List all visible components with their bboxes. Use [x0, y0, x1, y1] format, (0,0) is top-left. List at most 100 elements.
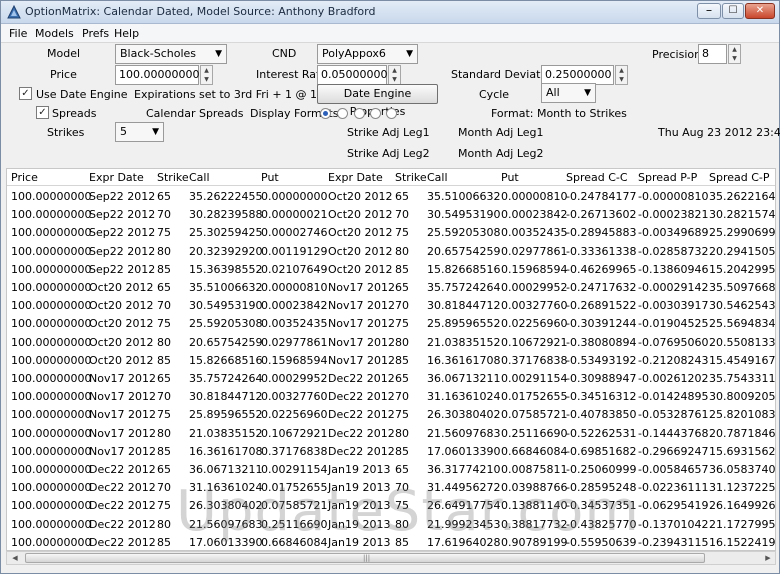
precision-spinbox[interactable]: 8 ▲ ▼	[698, 44, 741, 64]
table-cell: Nov17 2012	[328, 335, 395, 349]
close-button[interactable]: ✕	[745, 3, 775, 19]
table-cell: 0.00119129	[261, 244, 328, 258]
step-down-icon[interactable]: ▼	[729, 54, 740, 63]
precision-value: 8	[702, 47, 709, 60]
table-cell: 100.00000000	[11, 335, 92, 349]
precision-stepper[interactable]: ▲ ▼	[728, 44, 741, 64]
table-row[interactable]: 100.00000000 Nov17 2012 65 35.75724264 0.000…	[7, 369, 775, 387]
std-dev-stepper[interactable]: ▲ ▼	[615, 65, 628, 85]
column-header[interactable]: Call	[427, 171, 448, 184]
table-cell: 21.56097683	[427, 426, 501, 440]
step-up-icon[interactable]: ▲	[616, 66, 627, 75]
column-header[interactable]: Strike	[157, 171, 189, 184]
strikes-select[interactable]: 5 ▼	[115, 122, 164, 142]
chevron-down-icon: ▼	[584, 88, 591, 98]
table-row[interactable]: 100.00000000 Oct20 2012 75 25.59205308 0.003…	[7, 314, 775, 332]
table-cell: 0.00029952	[261, 372, 328, 385]
price-spinbox[interactable]: 100.00000000 ▲ ▼	[115, 65, 213, 85]
table-row[interactable]: 100.00000000 Oct20 2012 70 30.54953190 0.000…	[7, 296, 776, 314]
table-row[interactable]: 100.00000000 Sep22 2012 75 25.30259425 0.000…	[7, 223, 775, 241]
column-header[interactable]: Put	[501, 171, 519, 184]
format-radio-2[interactable]	[337, 108, 348, 119]
table-cell: -0.28945883	[566, 226, 637, 240]
table-cell: 80	[395, 244, 409, 258]
column-header[interactable]: Call	[189, 171, 210, 184]
cnd-select[interactable]: PolyAppox6 ▼	[317, 44, 418, 64]
format-radio-1[interactable]	[320, 108, 331, 119]
step-down-icon[interactable]: ▼	[201, 75, 212, 84]
table-cell: 75	[395, 317, 409, 331]
model-select[interactable]: Black-Scholes ▼	[115, 44, 227, 64]
column-header[interactable]: Spread C-P	[709, 171, 770, 184]
table-row[interactable]: 100.00000000 Sep22 2012 85 15.36398552 0.021…	[7, 260, 775, 278]
table-row[interactable]: 100.00000000 Sep22 2012 65 35.26222455 0.000…	[7, 187, 775, 205]
step-up-icon[interactable]: ▲	[389, 66, 400, 75]
table-cell: 16.15224190	[709, 535, 776, 549]
menu-prefs[interactable]: Prefs	[82, 27, 109, 40]
table-cell: 0.07585721	[501, 408, 568, 422]
table-cell: 30.54625430	[709, 299, 776, 313]
std-dev-spinbox[interactable]: 0.25000000 ▲ ▼	[541, 65, 628, 85]
table-row[interactable]: 100.00000000 Nov17 2012 80 21.03835152 0.106…	[7, 424, 775, 442]
column-header[interactable]: Spread P-P	[638, 171, 697, 184]
chevron-down-icon: ▼	[406, 49, 413, 59]
column-header[interactable]: Price	[11, 171, 38, 184]
strike-adj-leg1-label: Strike Adj Leg1	[347, 126, 430, 139]
interest-rate-spinbox[interactable]: 0.05000000 ▲ ▼	[317, 65, 401, 85]
table-row[interactable]: 100.00000000 Nov17 2012 70 30.81844712 0.003…	[7, 387, 775, 405]
use-date-engine-checkbox[interactable]: ✓	[19, 87, 32, 100]
table-cell: 17.06013390	[427, 444, 501, 458]
table-row[interactable]: 100.00000000 Oct20 2012 80 20.65754259 0.029…	[7, 333, 775, 351]
table-row[interactable]: 100.00000000 Oct20 2012 65 35.51006632 0.000…	[7, 278, 775, 296]
table-cell: Jan19 2013	[328, 499, 391, 513]
table-row[interactable]: 100.00000000 Sep22 2012 80 20.32392920 0.001…	[7, 242, 775, 260]
step-down-icon[interactable]: ▼	[616, 75, 627, 84]
step-up-icon[interactable]: ▲	[729, 45, 740, 54]
table-row[interactable]: 100.00000000 Dec22 2012 80 21.56097683 0.251…	[7, 515, 775, 533]
table-row[interactable]: 100.00000000 Dec22 2012 70 31.16361024 0.017…	[7, 478, 775, 496]
format-radio-4[interactable]	[370, 108, 381, 119]
format-radio-5[interactable]	[386, 108, 397, 119]
table-cell: -0.34537351	[566, 499, 637, 513]
table-row[interactable]: 100.00000000 Dec22 2012 65 36.06713211 0.002…	[7, 460, 775, 478]
scrollbar-thumb[interactable]: |||	[25, 553, 705, 563]
price-stepper[interactable]: ▲ ▼	[200, 65, 213, 85]
column-header[interactable]: Spread C-C	[566, 171, 628, 184]
options-grid[interactable]: Price Expr Date Strike Call Put Expr Date Stri…	[6, 168, 776, 551]
table-row[interactable]: 100.00000000 Dec22 2012 85 17.06013390 0.668…	[7, 533, 776, 550]
menu-file[interactable]: File	[9, 27, 27, 40]
table-cell: Dec22 2012	[328, 390, 395, 404]
price-value: 100.00000000	[119, 68, 200, 81]
minimize-button[interactable]: ⎯	[697, 3, 721, 19]
cycle-select[interactable]: All ▼	[541, 83, 596, 103]
table-cell: -0.34516312	[566, 390, 637, 404]
table-cell: 0.00000000	[261, 190, 328, 203]
horizontal-scrollbar[interactable]: ◀ ||| ▶	[6, 551, 776, 565]
column-header[interactable]: Strike	[395, 171, 427, 184]
column-header[interactable]: Put	[261, 171, 279, 184]
step-up-icon[interactable]: ▲	[201, 66, 212, 75]
table-cell: -0.13860946	[638, 262, 709, 276]
spreads-checkbox[interactable]: ✓	[36, 106, 49, 119]
menu-help[interactable]: Help	[114, 27, 139, 40]
table-row[interactable]: 100.00000000 Nov17 2012 75 25.89596552 0.022…	[7, 405, 776, 423]
table-cell: 25.82010831	[709, 408, 776, 422]
table-cell: 100.00000000	[11, 226, 92, 240]
menu-models[interactable]: Models	[35, 27, 74, 40]
table-cell: Nov17 2012	[89, 426, 156, 440]
interest-rate-stepper[interactable]: ▲ ▼	[388, 65, 401, 85]
step-down-icon[interactable]: ▼	[389, 75, 400, 84]
table-cell: 26.30380402	[189, 499, 263, 513]
scroll-left-icon[interactable]: ◀	[8, 552, 22, 564]
table-row[interactable]: 100.00000000 Nov17 2012 85 16.36161708 0.371…	[7, 442, 775, 460]
format-radio-3[interactable]	[354, 108, 365, 119]
table-row[interactable]: 100.00000000 Oct20 2012 85 15.82668516 0.159…	[7, 351, 775, 369]
table-cell: 70	[157, 390, 171, 404]
column-header[interactable]: Expr Date	[89, 171, 144, 184]
maximize-button[interactable]: ☐	[722, 3, 744, 19]
column-header[interactable]: Expr Date	[328, 171, 383, 184]
table-row[interactable]: 100.00000000 Sep22 2012 70 30.28239588 0.000…	[7, 205, 775, 223]
table-row[interactable]: 100.00000000 Dec22 2012 75 26.30380402 0.075…	[7, 496, 775, 514]
date-engine-properties-button[interactable]: Date Engine Properties	[317, 84, 438, 118]
scroll-right-icon[interactable]: ▶	[761, 552, 775, 564]
